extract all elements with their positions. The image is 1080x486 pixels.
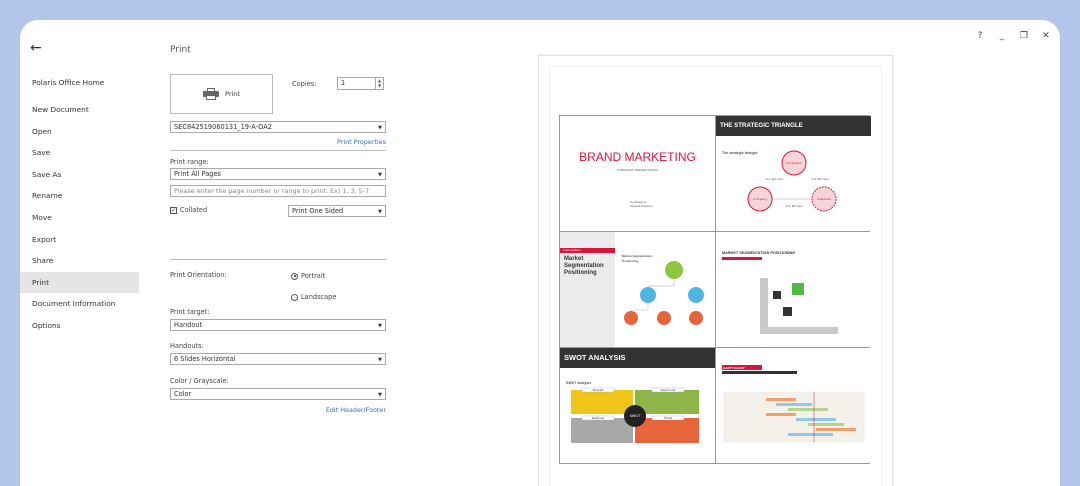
back-arrow-icon[interactable]: ←: [30, 40, 42, 56]
portrait-radio[interactable]: [291, 272, 298, 280]
diagram-note: Your Text here: [811, 177, 829, 181]
orientation-label: Print Orientation:: [170, 271, 227, 279]
collated-checkbox[interactable]: ✓: [170, 206, 177, 214]
nav-item-save[interactable]: Save: [20, 142, 139, 164]
slide-title: BRAND MARKETING: [579, 150, 696, 164]
collated-label: Collated: [180, 206, 208, 214]
nav-item-new-document[interactable]: New Document: [20, 99, 139, 121]
positioning-chart: [760, 278, 838, 334]
nav-item-options[interactable]: Options: [20, 315, 139, 337]
slide-footer: Contributors Present Handout: [630, 200, 653, 208]
slide-subtitle: STRATEGIC PRESENTATION: [617, 168, 658, 172]
nav-item-save-as[interactable]: Save As: [20, 164, 139, 186]
print-target-select[interactable]: Handout ▼: [170, 319, 386, 331]
print-button[interactable]: Print: [170, 74, 273, 114]
help-icon[interactable]: ?: [974, 31, 986, 41]
nav-item-document-information[interactable]: Document Information: [20, 293, 139, 315]
print-range-value: Print All Pages: [174, 170, 221, 178]
nav-item-home[interactable]: Polaris Office Home: [20, 72, 139, 94]
handouts-select[interactable]: 6 Slides Horizontal ▼: [170, 353, 386, 365]
printer-select[interactable]: SEC842519060131_19-A-OA2 ▼: [170, 121, 386, 133]
print-preview: BRAND MARKETING STRATEGIC PRESENTATION C…: [538, 55, 893, 486]
chevron-down-icon: ▼: [378, 357, 382, 363]
print-range-label: Print range:: [170, 158, 209, 166]
diagram-note: Your Text here: [765, 177, 783, 181]
diagram-node-label: Company: [753, 197, 767, 201]
minimize-icon[interactable]: _: [996, 31, 1008, 41]
sided-select[interactable]: Print One Sided ▼: [288, 205, 386, 217]
print-range-select[interactable]: Print All Pages ▼: [170, 168, 386, 180]
edit-header-footer-link[interactable]: Edit Header/Footer: [326, 406, 386, 414]
handout-slides: BRAND MARKETING STRATEGIC PRESENTATION C…: [559, 115, 871, 464]
restore-icon[interactable]: ❐: [1018, 31, 1030, 41]
slide-thumbnail: Lorem Ipsum Market Segmentation Position…: [560, 232, 715, 347]
backstage-nav: Polaris Office Home New Document Open Sa…: [20, 72, 139, 337]
slide-thumbnail: SWOT ANALYSIS SWOT analysis Strength Opp…: [560, 348, 715, 463]
color-select[interactable]: Color ▼: [170, 388, 386, 400]
swot-label: Opportunity: [660, 388, 676, 392]
chevron-down-icon: ▼: [378, 172, 382, 178]
app-window: ? _ ❐ ✕ ← Polaris Office Home New Docume…: [20, 20, 1060, 486]
swot-label: Weakness: [592, 416, 605, 420]
collated-checkbox-row[interactable]: ✓ Collated: [170, 206, 207, 214]
page-range-input[interactable]: Please enter the page number or range to…: [170, 185, 386, 197]
nav-item-share[interactable]: Share: [20, 250, 139, 272]
close-icon[interactable]: ✕: [1040, 31, 1052, 41]
chevron-down-icon: ▼: [378, 125, 382, 131]
landscape-radio-row[interactable]: Landscape: [291, 293, 336, 301]
color-value: Color: [174, 390, 192, 398]
handouts-label: Handouts:: [170, 342, 204, 350]
chevron-down-icon: ▼: [378, 209, 382, 215]
diagram-node-label: Competitor: [786, 161, 804, 165]
slide-thumbnail: BRAND MARKETING STRATEGIC PRESENTATION C…: [560, 116, 715, 231]
page-title: Print: [170, 45, 191, 55]
chevron-down-icon: ▼: [378, 323, 382, 329]
print-target-label: Print target:: [170, 308, 210, 316]
nav-item-open[interactable]: Open: [20, 121, 139, 143]
spinner-icon[interactable]: ▲ ▼: [375, 78, 383, 89]
nav-item-move[interactable]: Move: [20, 207, 139, 229]
diagram-node-label: Customer: [817, 197, 832, 201]
segmentation-diagram: [624, 261, 704, 325]
swot-diagram: Strength Opportunity Weakness Threat SWO…: [571, 387, 699, 443]
copies-stepper[interactable]: 1 ▲ ▼: [337, 77, 384, 90]
gantt-chart: [723, 391, 865, 443]
landscape-label: Landscape: [301, 293, 337, 301]
swot-center-label: SWOT: [630, 414, 641, 418]
chevron-down-icon: ▼: [378, 392, 382, 398]
print-target-value: Handout: [174, 321, 203, 329]
landscape-radio[interactable]: [291, 293, 298, 301]
sided-value: Print One Sided: [292, 207, 344, 215]
triangle-diagram: Competitor Company Customer Your Text he…: [747, 150, 837, 212]
printer-value: SEC842519060131_19-A-OA2: [174, 123, 272, 131]
printer-icon: [203, 88, 220, 100]
handouts-value: 6 Slides Horizontal: [174, 355, 236, 363]
print-button-label: Print: [225, 90, 240, 98]
color-label: Color / Grayscale:: [170, 377, 229, 385]
copies-label: Copies:: [292, 80, 317, 88]
nav-item-print[interactable]: Print: [20, 271, 139, 294]
diagram-note: Your Text here: [785, 204, 803, 208]
slide-thumbnail: THE STRATEGIC TRIANGLE The strategic tri…: [716, 116, 871, 231]
print-properties-link[interactable]: Print Properties: [337, 138, 386, 146]
portrait-label: Portrait: [301, 272, 326, 280]
slide-thumbnail: MARKET SEGMENTATION POSITIONING: [716, 232, 871, 347]
divider: [170, 259, 386, 260]
page-range-placeholder: Please enter the page number or range to…: [174, 187, 370, 195]
swot-label: Strength: [593, 388, 604, 392]
slide-thumbnail: GANTT CHART: [716, 348, 871, 463]
copies-value: 1: [341, 79, 346, 87]
nav-item-export[interactable]: Export: [20, 229, 139, 251]
window-controls: ? _ ❐ ✕: [974, 31, 1052, 41]
portrait-radio-row[interactable]: Portrait: [291, 272, 325, 280]
swot-label: Threat: [664, 416, 672, 420]
divider: [170, 150, 386, 151]
nav-item-rename[interactable]: Rename: [20, 185, 139, 207]
